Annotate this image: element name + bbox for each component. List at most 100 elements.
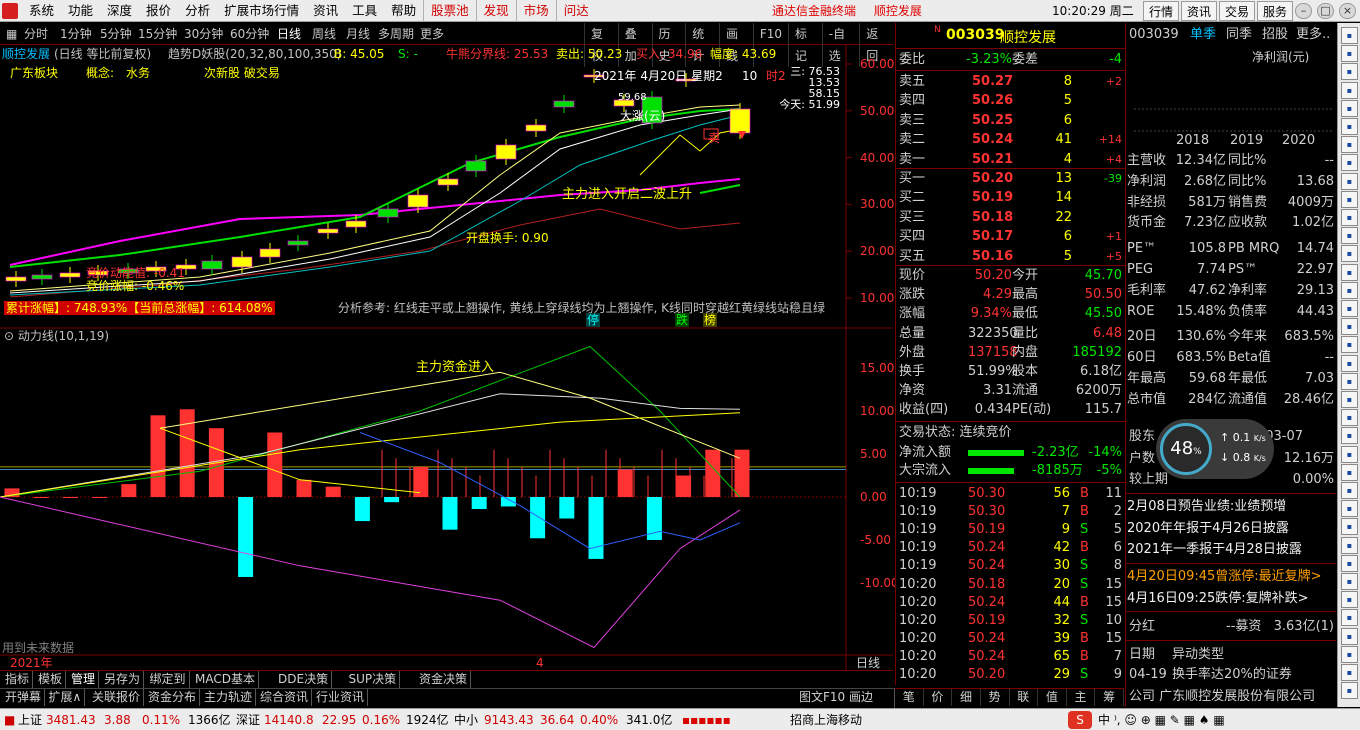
maximize-icon[interactable]: □ xyxy=(1317,3,1334,19)
month-icon[interactable]: ▪ xyxy=(1341,645,1358,663)
list-icon[interactable]: ▪ xyxy=(1341,45,1358,63)
candle[interactable] xyxy=(525,119,547,137)
sector-label[interactable]: 广东板块 xyxy=(10,66,58,80)
power-bar[interactable] xyxy=(530,497,546,539)
quote-tab[interactable]: 主 xyxy=(1067,689,1096,706)
indicator-name[interactable]: 趋势D妖股(20,32,80,100,350) xyxy=(168,47,341,61)
week-icon[interactable]: ▪ xyxy=(1341,664,1358,681)
f5-icon[interactable]: ▪ xyxy=(1341,281,1358,299)
f9-icon[interactable]: ▪ xyxy=(1341,354,1358,372)
power-bar[interactable] xyxy=(238,497,254,577)
fz-icon[interactable]: ▪ xyxy=(1341,190,1358,208)
broker-name[interactable]: 招商上海移动 xyxy=(790,709,862,730)
extension-tab[interactable]: 行业资讯 xyxy=(313,689,369,706)
tick-row[interactable]: 10:19 50.30 56 B 11 xyxy=(896,485,1125,503)
power-bar[interactable] xyxy=(62,497,78,498)
candle[interactable] xyxy=(259,243,281,263)
orderbook-row[interactable]: 卖五 50.27 8 +2 xyxy=(896,73,1125,91)
tag-stop[interactable]: 停 xyxy=(586,313,601,327)
f10-tab[interactable]: 更多.. xyxy=(1296,25,1330,45)
period-tab[interactable]: 5分钟 xyxy=(100,23,132,45)
power-bar[interactable] xyxy=(121,484,137,497)
wr-icon[interactable]: ▪ xyxy=(1341,482,1358,499)
indicator-tab[interactable]: 模板 xyxy=(35,671,67,688)
menu-item[interactable]: 扩展市场行情 xyxy=(217,0,306,22)
indicator-tab[interactable]: DDE决策 xyxy=(275,671,333,688)
promo-link-terminal[interactable]: 通达信金融终端 xyxy=(772,4,856,18)
power-bar[interactable] xyxy=(92,497,108,498)
menu-item[interactable]: 功能 xyxy=(61,0,100,22)
candle[interactable] xyxy=(231,251,253,273)
f8-icon[interactable]: ▪ xyxy=(1341,336,1358,354)
tick-row[interactable]: 10:20 50.24 39 B 15 xyxy=(896,630,1125,648)
f10-tab[interactable]: 同季 xyxy=(1226,25,1252,45)
tick-row[interactable]: 10:20 50.19 32 S 10 xyxy=(896,612,1125,630)
candle[interactable] xyxy=(31,269,53,285)
indicator-tab[interactable]: MACD基本 xyxy=(192,671,259,688)
f2-icon[interactable]: ▪ xyxy=(1341,227,1358,245)
top-right-button[interactable]: 资讯 xyxy=(1181,1,1218,21)
anomaly-row[interactable]: 04-19 换手率达20%的证券 xyxy=(1126,665,1336,685)
quote-tab[interactable]: 联 xyxy=(1010,689,1039,706)
tag-fall[interactable]: 跌 xyxy=(675,313,690,327)
quote-tab[interactable]: 势 xyxy=(981,689,1010,706)
top-right-button[interactable]: 交易 xyxy=(1219,1,1256,21)
menu-item-highlight[interactable]: 问达 xyxy=(555,0,596,22)
menu-item-highlight[interactable]: 股票池 xyxy=(423,0,476,22)
input-method-icon[interactable]: S xyxy=(1068,711,1092,729)
chart-icon[interactable]: ▪ xyxy=(1341,154,1358,172)
power-bar[interactable] xyxy=(325,486,341,497)
indicator-tab[interactable]: 绑定到 xyxy=(147,671,190,688)
f7-icon[interactable]: ▪ xyxy=(1341,318,1358,336)
chart-icon[interactable]: ▪ xyxy=(1341,118,1358,135)
candle[interactable] xyxy=(287,235,309,251)
tick-row[interactable]: 10:20 50.20 29 S 9 xyxy=(896,666,1125,684)
menu-item[interactable]: 报价 xyxy=(139,0,178,22)
orderbook-row[interactable]: 卖一 50.21 4 +4 xyxy=(896,151,1125,169)
minimize-icon[interactable]: – xyxy=(1295,3,1312,19)
period-tab[interactable]: 1分钟 xyxy=(60,23,92,45)
indicator-tab[interactable]: 另存为 xyxy=(101,671,145,688)
power-bar[interactable] xyxy=(296,479,312,497)
f3-icon[interactable]: ▪ xyxy=(1341,245,1358,263)
f10-tab[interactable]: 招股 xyxy=(1262,25,1288,45)
tick-row[interactable]: 10:19 50.19 9 S 5 xyxy=(896,521,1125,539)
indicator-tab[interactable]: 指标 xyxy=(2,671,34,688)
menu-item[interactable]: 工具 xyxy=(345,0,384,22)
candle[interactable] xyxy=(495,139,517,165)
menu-item[interactable]: 分析 xyxy=(178,0,217,22)
period-tab[interactable]: 15分钟 xyxy=(138,23,177,45)
power-bar[interactable] xyxy=(384,497,400,503)
tick-row[interactable]: 10:19 50.24 30 S 8 xyxy=(896,557,1125,575)
orderbook-row[interactable]: 买二 50.19 14 xyxy=(896,189,1125,207)
power-bar[interactable] xyxy=(442,497,458,530)
power-bar[interactable] xyxy=(33,497,49,498)
period-tab[interactable]: 30分钟 xyxy=(184,23,223,45)
sub-indicator-title[interactable]: ⊙ 动力线(10,1,19) xyxy=(4,329,109,343)
indicator-tab[interactable]: SUP决策 xyxy=(346,671,401,688)
extension-tab[interactable]: 开弹幕 xyxy=(2,689,46,706)
candle[interactable] xyxy=(345,215,367,233)
power-bar[interactable] xyxy=(676,475,692,498)
candle[interactable] xyxy=(5,271,27,287)
rsi-icon[interactable]: ▪ xyxy=(1341,391,1358,408)
sync-icon[interactable]: ▪ xyxy=(1341,627,1358,645)
event-item[interactable]: 4月16日09:25跌停:复牌补跌> xyxy=(1126,589,1336,609)
obv-icon[interactable]: ▪ xyxy=(1341,518,1358,536)
notice-item[interactable]: 2020年年报于4月26日披露 xyxy=(1126,519,1336,539)
period-tab[interactable]: 更多 xyxy=(420,23,444,45)
period-tab[interactable]: 周线 xyxy=(312,23,336,45)
quote-tab[interactable]: 值 xyxy=(1038,689,1067,706)
indicator-tab[interactable]: 管理 xyxy=(68,671,100,688)
top-right-button[interactable]: 服务 xyxy=(1257,1,1294,21)
grid-icon[interactable]: ▪ xyxy=(1341,63,1358,81)
extension-tab[interactable]: 资金分布 xyxy=(145,689,201,706)
chart-icon[interactable]: ▪ xyxy=(1341,81,1358,99)
top-right-button[interactable]: 行情 xyxy=(1143,1,1180,21)
bias-icon[interactable]: ▪ xyxy=(1341,500,1358,518)
cycle-label[interactable]: 日线 xyxy=(856,656,880,670)
f1-icon[interactable]: ▪ xyxy=(1341,209,1358,226)
candle[interactable] xyxy=(201,255,223,275)
candle[interactable] xyxy=(317,223,339,239)
tick-row[interactable]: 10:20 50.24 44 B 15 xyxy=(896,594,1125,612)
